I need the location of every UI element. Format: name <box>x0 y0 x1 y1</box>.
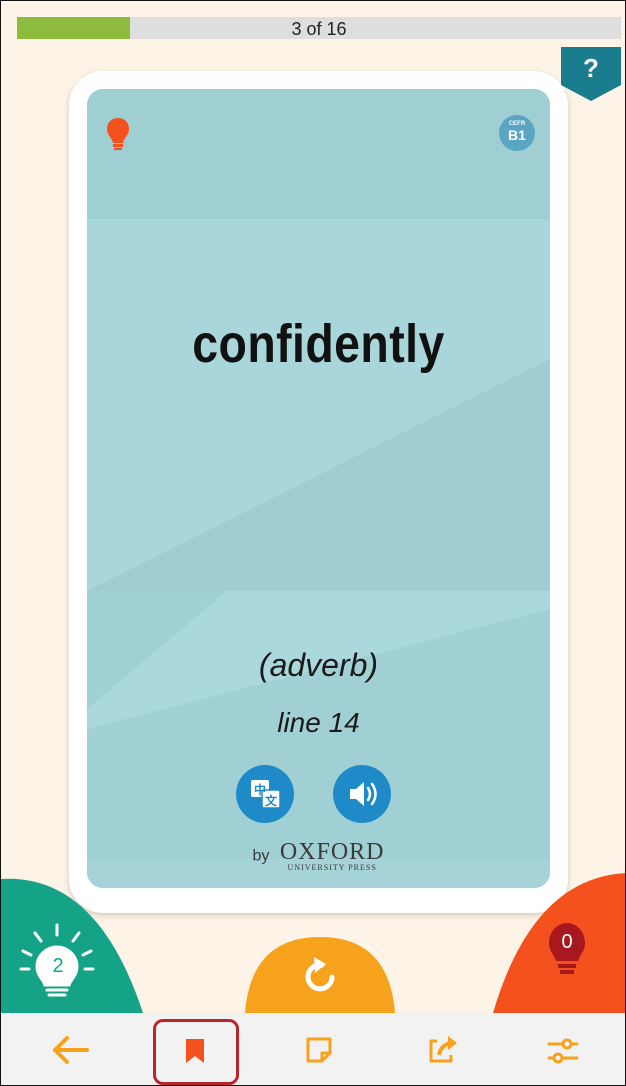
cefr-badge: CEFR B1 <box>499 115 535 151</box>
part-of-speech: (adverb) <box>258 647 379 683</box>
progress-bar: 3 of 16 <box>17 17 621 39</box>
bottom-toolbar <box>1 1013 625 1085</box>
reset-button[interactable] <box>245 937 395 1013</box>
publisher-subtitle: UNIVERSITY PRESS <box>287 863 377 872</box>
flashcard-word: confidently <box>192 314 445 374</box>
unknown-button[interactable]: 0 <box>493 873 625 1013</box>
translate-button[interactable]: 中 文 <box>236 765 294 823</box>
flashcard[interactable]: CEFR B1 confidently (adverb) line 14 中 文 <box>69 71 568 913</box>
speaker-icon <box>350 782 377 806</box>
line-reference: line 14 <box>277 707 360 738</box>
audio-button[interactable] <box>333 765 391 823</box>
progress-label: 3 of 16 <box>291 19 347 39</box>
note-icon <box>306 1037 332 1063</box>
translate-glyph-2: 文 <box>265 793 278 808</box>
cefr-level: B1 <box>508 127 526 143</box>
note-button[interactable] <box>279 1013 359 1085</box>
card-background <box>87 89 550 888</box>
app-screen: 3 of 16 ? CEFR B1 confidently (adverb) l… <box>0 0 626 1086</box>
share-button[interactable] <box>401 1013 481 1085</box>
publisher-credit: by OXFORD UNIVERSITY PRESS <box>87 839 550 872</box>
sliders-icon <box>547 1038 579 1064</box>
hint-bulb-icon[interactable] <box>107 117 129 156</box>
help-button[interactable]: ? <box>561 47 621 101</box>
publisher-by: by <box>252 847 270 865</box>
translate-icon: 中 文 <box>251 780 281 809</box>
known-count: 2 <box>52 955 64 977</box>
publisher-name: OXFORD <box>279 839 385 865</box>
arrow-left-icon <box>53 1036 89 1064</box>
unknown-count: 0 <box>561 931 573 953</box>
oxford-logo: OXFORD UNIVERSITY PRESS <box>279 839 385 872</box>
share-icon <box>429 1036 457 1063</box>
flashcard-face: CEFR B1 confidently (adverb) line 14 中 文 <box>87 89 550 888</box>
help-icon: ? <box>583 53 599 83</box>
known-button[interactable]: 2 <box>1 873 143 1013</box>
settings-button[interactable] <box>523 1013 603 1085</box>
back-button[interactable] <box>33 1013 113 1085</box>
bookmark-selection-highlight <box>153 1019 239 1085</box>
